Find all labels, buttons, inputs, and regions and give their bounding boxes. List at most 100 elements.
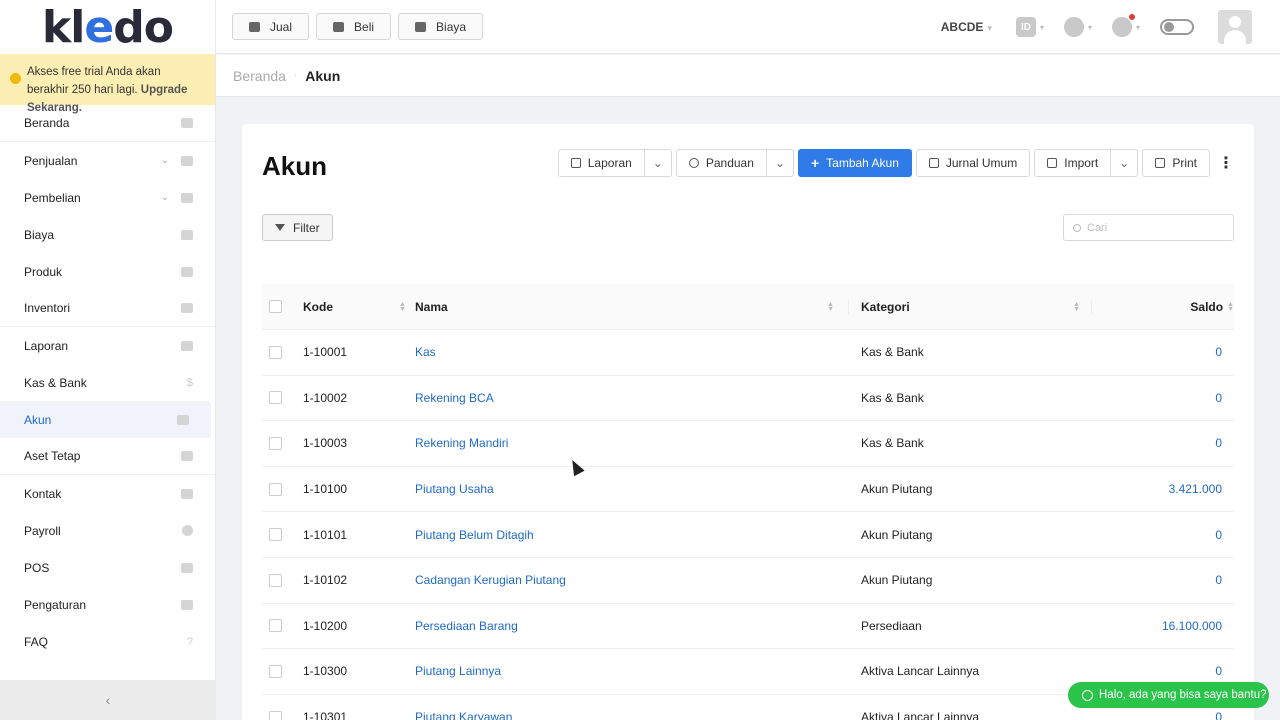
account-name-link[interactable]: Piutang Lainnya bbox=[415, 664, 501, 678]
select-all-checkbox[interactable] bbox=[269, 300, 282, 313]
account-name-link[interactable]: Kas bbox=[415, 345, 436, 359]
column-kategori[interactable]: Kategori ▲ ▼ bbox=[849, 299, 1092, 314]
table-row[interactable]: 1-10102 Cadangan Kerugian Piutang Akun Piu… bbox=[262, 558, 1234, 604]
tambah-akun-button[interactable]: + Tambah Akun bbox=[797, 149, 912, 177]
account-balance-link[interactable]: 0 bbox=[1215, 345, 1222, 359]
account-balance-link[interactable]: 0 bbox=[1215, 436, 1222, 450]
account-code: 1-10200 bbox=[303, 618, 348, 633]
account-balance-link[interactable]: 0 bbox=[1215, 710, 1222, 720]
chart-icon bbox=[181, 340, 193, 351]
sidebar-item-beranda[interactable]: Beranda bbox=[0, 105, 215, 142]
account-balance-link[interactable]: 3.421.000 bbox=[1169, 482, 1222, 496]
quick-beli-button[interactable]: Beli bbox=[316, 13, 392, 40]
row-checkbox[interactable] bbox=[269, 664, 282, 678]
sidebar: kledo Akses free trial Anda akan berakhi… bbox=[0, 0, 216, 720]
account-balance-link[interactable]: 0 bbox=[1215, 573, 1222, 587]
sort-icon: ▲ ▼ bbox=[1227, 300, 1234, 313]
sidebar-item-kontak[interactable]: Kontak bbox=[0, 475, 215, 512]
theme-toggle[interactable] bbox=[1160, 19, 1194, 35]
column-saldo[interactable]: Saldo ▲ ▼ bbox=[1092, 300, 1234, 314]
warning-icon bbox=[10, 73, 21, 84]
sidebar-item-faq[interactable]: FAQ? bbox=[0, 623, 215, 660]
account-name-link[interactable]: Cadangan Kerugian Piutang bbox=[415, 573, 566, 587]
row-checkbox[interactable] bbox=[269, 573, 282, 587]
sidebar-item-payroll[interactable]: Payroll bbox=[0, 512, 215, 549]
print-button[interactable]: Print bbox=[1142, 149, 1210, 177]
jurnal-umum-button[interactable]: Jurnal Umum bbox=[915, 149, 1031, 177]
search-input[interactable] bbox=[1087, 221, 1217, 234]
breadcrumb-home-link[interactable]: Beranda bbox=[233, 68, 286, 84]
kledo-logo[interactable]: kledo bbox=[0, 0, 215, 54]
collapse-sidebar-button[interactable]: ‹ bbox=[0, 680, 216, 720]
avatar[interactable] bbox=[1218, 10, 1252, 44]
table-row[interactable]: 1-10101 Piutang Belum Ditagih Akun Piutang… bbox=[262, 512, 1234, 558]
notification-dot bbox=[1128, 14, 1135, 20]
table-row[interactable]: 1-10003 Rekening Mandiri Kas & Bank 0 bbox=[262, 421, 1234, 467]
table-row[interactable]: 1-10001 Kas Kas & Bank 0 bbox=[262, 330, 1234, 376]
account-name-link[interactable]: Piutang Karyawan bbox=[415, 710, 512, 720]
table-body: 1-10001 Kas Kas & Bank 0 1-10002 Rekening BCA… bbox=[262, 330, 1234, 720]
table-row[interactable]: 1-10200 Persediaan Barang Persediaan 16.100… bbox=[262, 604, 1234, 650]
quick-jual-button[interactable]: Jual bbox=[232, 13, 310, 40]
bell-icon[interactable] bbox=[1111, 14, 1135, 37]
table-row[interactable]: 1-10002 Rekening BCA Kas & Bank 0 bbox=[262, 376, 1234, 422]
account-name-link[interactable]: Persediaan Barang bbox=[415, 619, 518, 633]
company-switcher[interactable]: ABCDE ▾ bbox=[941, 20, 992, 34]
account-balance-link[interactable]: 16.100.000 bbox=[1162, 619, 1222, 633]
language-switcher[interactable]: ID bbox=[1015, 17, 1036, 37]
panduan-button[interactable]: Panduan bbox=[675, 149, 767, 177]
account-name-link[interactable]: Piutang Usaha bbox=[415, 482, 494, 496]
account-balance-link[interactable]: 0 bbox=[1215, 391, 1222, 405]
row-checkbox[interactable] bbox=[269, 482, 282, 496]
chevron-down-icon[interactable]: ⌄ bbox=[161, 192, 169, 203]
account-name-link[interactable]: Rekening Mandiri bbox=[415, 436, 508, 450]
quick-biaya-button[interactable]: Biaya bbox=[398, 13, 484, 40]
laporan-dropdown-button[interactable]: ⌄ bbox=[644, 149, 672, 177]
account-balance-link[interactable]: 0 bbox=[1215, 528, 1222, 542]
column-kode[interactable]: Kode ▲ ▼ bbox=[303, 300, 415, 314]
sidebar-item-label: Produk bbox=[24, 264, 63, 279]
chevron-down-icon[interactable]: ⌄ bbox=[161, 155, 169, 166]
row-checkbox[interactable] bbox=[269, 710, 282, 720]
account-code: 1-10100 bbox=[303, 482, 348, 497]
quick-jual-label: Jual bbox=[270, 19, 293, 34]
sidebar-item-kas-bank[interactable]: Kas & Bank $ bbox=[0, 364, 215, 401]
top-right-controls: ABCDE ▾ ID ▾ ▾ ▾ bbox=[941, 0, 1280, 54]
account-code: 1-10002 bbox=[303, 390, 348, 405]
sidebar-item-inventori[interactable]: Inventori bbox=[0, 290, 215, 327]
row-checkbox[interactable] bbox=[269, 619, 282, 633]
sidebar-item-akun[interactable]: Akun bbox=[0, 401, 211, 438]
more-options-icon[interactable]: ⋮ bbox=[1218, 153, 1234, 173]
row-checkbox[interactable] bbox=[269, 528, 282, 542]
row-checkbox[interactable] bbox=[269, 436, 282, 450]
row-checkbox[interactable] bbox=[269, 391, 282, 405]
account-category: Akun Piutang bbox=[861, 527, 933, 542]
jurnal-umum-label: Jurnal Umum bbox=[945, 156, 1018, 170]
bag-icon bbox=[333, 21, 345, 32]
sidebar-item-pembelian[interactable]: Pembelian ⌄ bbox=[0, 179, 215, 216]
caret-down-icon: ▾ bbox=[1135, 22, 1140, 32]
sidebar-menu: Beranda Penjualan ⌄ Pembelian ⌄ Biaya Produk In… bbox=[0, 105, 215, 660]
sidebar-item-laporan[interactable]: Laporan bbox=[0, 327, 215, 364]
sidebar-item-produk[interactable]: Produk bbox=[0, 253, 215, 290]
sidebar-item-pengaturan[interactable]: Pengaturan bbox=[0, 586, 215, 623]
account-name-link[interactable]: Rekening BCA bbox=[415, 391, 494, 405]
laporan-button[interactable]: Laporan bbox=[557, 149, 645, 177]
import-button[interactable]: Import bbox=[1034, 149, 1112, 177]
page-title: Akun bbox=[262, 151, 327, 181]
filter-button[interactable]: Filter bbox=[262, 214, 333, 241]
sidebar-item-penjualan[interactable]: Penjualan ⌄ bbox=[0, 142, 215, 179]
import-dropdown-button[interactable]: ⌄ bbox=[1111, 149, 1139, 177]
account-balance-link[interactable]: 0 bbox=[1215, 664, 1222, 678]
row-checkbox[interactable] bbox=[269, 345, 282, 359]
table-row[interactable]: 1-10100 Piutang Usaha Akun Piutang 3.421.00… bbox=[262, 467, 1234, 513]
account-name-link[interactable]: Piutang Belum Ditagih bbox=[415, 528, 534, 542]
sidebar-item-biaya[interactable]: Biaya bbox=[0, 216, 215, 253]
panduan-dropdown-button[interactable]: ⌄ bbox=[766, 149, 794, 177]
clock-icon[interactable] bbox=[1063, 17, 1084, 37]
column-nama[interactable]: Nama ▲ ▼ bbox=[415, 299, 849, 314]
sidebar-item-pos[interactable]: POS bbox=[0, 549, 215, 586]
top-header: Jual Beli Biaya ABCDE ▾ ID ▾ ▾ ▾ bbox=[216, 0, 1280, 54]
sidebar-item-aset-tetap[interactable]: Aset Tetap bbox=[0, 438, 215, 475]
whatsapp-chat-button[interactable]: Halo, ada yang bisa saya bantu? bbox=[1068, 682, 1269, 708]
